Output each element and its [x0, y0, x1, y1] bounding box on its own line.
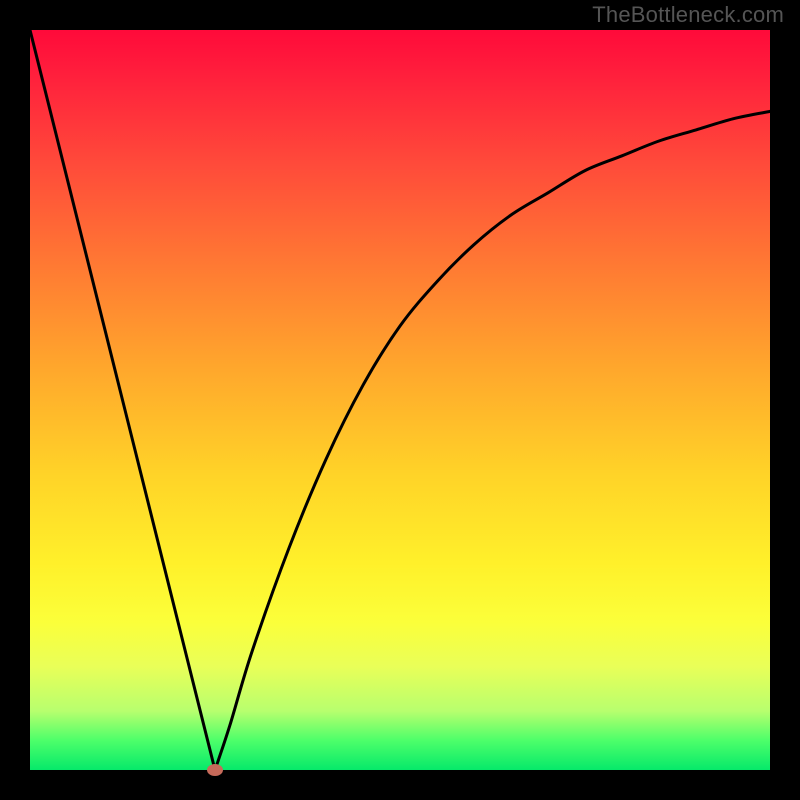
min-marker: [207, 764, 223, 776]
curve-right: [215, 111, 770, 770]
watermark-text: TheBottleneck.com: [592, 2, 784, 28]
plot-area: [30, 30, 770, 770]
chart-container: TheBottleneck.com: [0, 0, 800, 800]
curve-left: [30, 30, 215, 770]
curve-svg: [30, 30, 770, 770]
